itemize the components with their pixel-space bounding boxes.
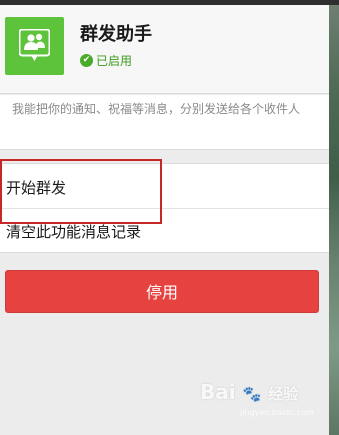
plugin-title: 群发助手	[80, 24, 152, 45]
clear-history-label: 清空此功能消息记录	[6, 223, 142, 241]
background-strip	[329, 5, 339, 435]
plugin-detail-panel: 群发助手 ✔ 已启用 我能把你的通知、祝福等消息，分别发送给各个收件人 开始群发…	[0, 5, 329, 435]
check-icon: ✔	[80, 54, 93, 67]
group-people-icon	[5, 17, 64, 75]
paw-icon: 🐾	[242, 385, 262, 403]
description-text: 我能把你的通知、祝福等消息，分别发送给各个收件人	[12, 102, 301, 116]
plugin-header: 群发助手 ✔ 已启用	[0, 5, 329, 94]
description-box: 我能把你的通知、祝福等消息，分别发送给各个收件人	[0, 95, 329, 150]
watermark-brand: Bai	[200, 380, 236, 404]
watermark-url: jingyan.baidu.com	[240, 408, 314, 417]
status-text: 已启用	[96, 54, 133, 68]
disable-button[interactable]: 停用	[5, 270, 319, 313]
watermark-logo: Bai 🐾 经验	[200, 380, 298, 404]
watermark-suffix: 经验	[268, 385, 299, 403]
highlight-annotation-box	[0, 159, 162, 224]
status-indicator: ✔ 已启用	[80, 52, 132, 69]
